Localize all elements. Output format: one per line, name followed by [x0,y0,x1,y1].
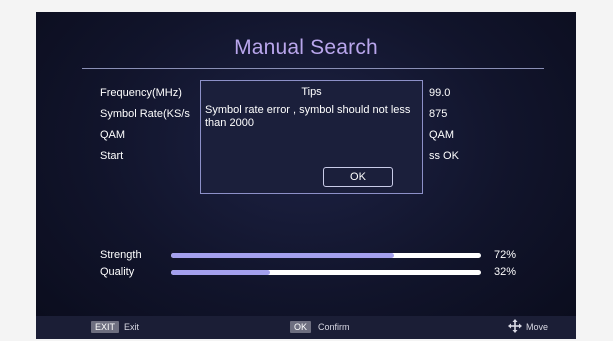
title-divider [82,68,544,69]
frequency-value[interactable]: 99.0 [429,87,450,99]
footer-bar: EXIT Exit OK Confirm Move [36,316,576,339]
ok-key[interactable]: OK [290,321,312,333]
dialog-title: Tips [301,86,322,98]
quality-bar [171,270,481,275]
symbol-rate-value[interactable]: 875 [429,108,447,120]
qam-value[interactable]: QAM [429,129,454,141]
tv-screen: Manual Search Frequency(MHz) 99.0 Symbol… [36,12,576,339]
page-title: Manual Search [234,36,378,59]
qam-label: QAM [100,129,126,141]
quality-label: Quality [100,266,135,278]
start-value[interactable]: ss OK [429,150,459,162]
tips-dialog: Tips Symbol rate error , symbol should n… [200,80,423,194]
move-label: Move [526,322,549,332]
confirm-label: Confirm [318,322,350,332]
quality-percent: 32% [494,266,517,278]
exit-label: Exit [124,322,140,332]
strength-label: Strength [100,249,142,261]
quality-bar-fill [171,270,271,275]
strength-bar [171,253,481,258]
symbol-rate-label: Symbol Rate(KS/s [100,108,190,120]
frequency-label: Frequency(MHz) [100,87,182,99]
start-label: Start [100,150,124,162]
exit-key[interactable]: EXIT [91,321,120,333]
strength-bar-fill [171,253,395,258]
dialog-message: Symbol rate error , symbol should not le… [205,104,411,129]
ok-button[interactable]: OK [323,167,393,187]
four-way-arrow-icon [508,319,522,333]
strength-percent: 72% [494,249,517,261]
